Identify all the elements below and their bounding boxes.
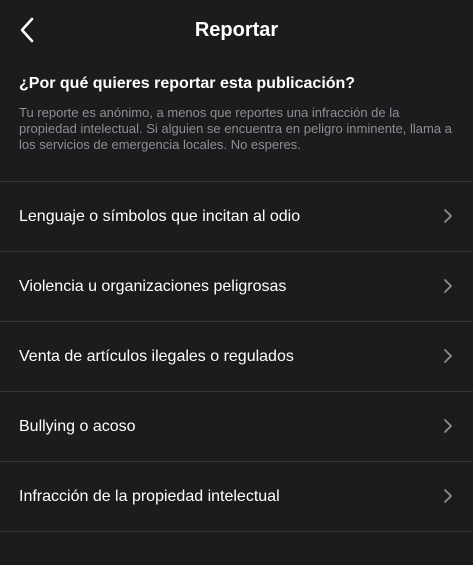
chevron-right-icon [444, 489, 452, 503]
chevron-right-icon [444, 279, 452, 293]
reason-label: Lenguaje o símbolos que incitan al odio [19, 208, 301, 225]
chevron-right-icon [444, 419, 452, 433]
page-title: Reportar [194, 19, 279, 41]
chevron-right-icon [444, 209, 452, 223]
chevron-right-icon [444, 349, 452, 363]
reason-label: Bullying o acoso [19, 418, 136, 435]
report-description: Tu reporte es anónimo, a menos que repor… [19, 105, 459, 155]
report-question: ¿Por qué quieres reportar esta publicaci… [19, 75, 356, 92]
reason-illegal-sales[interactable]: Venta de artículos ilegales o regulados [0, 322, 473, 392]
reason-intellectual-property[interactable]: Infracción de la propiedad intelectual [0, 462, 473, 532]
reason-label: Violencia u organizaciones peligrosas [19, 278, 287, 295]
reason-label: Infracción de la propiedad intelectual [19, 488, 280, 505]
top-bar: Reportar [0, 0, 473, 64]
reason-hate-speech[interactable]: Lenguaje o símbolos que incitan al odio [0, 182, 473, 252]
reason-violence[interactable]: Violencia u organizaciones peligrosas [0, 252, 473, 322]
report-reasons-list: Desnudos o actividad sexual Lenguaje o s… [0, 146, 473, 565]
reason-label: Venta de artículos ilegales o regulados [19, 348, 294, 365]
reason-bullying[interactable]: Bullying o acoso [0, 392, 473, 462]
